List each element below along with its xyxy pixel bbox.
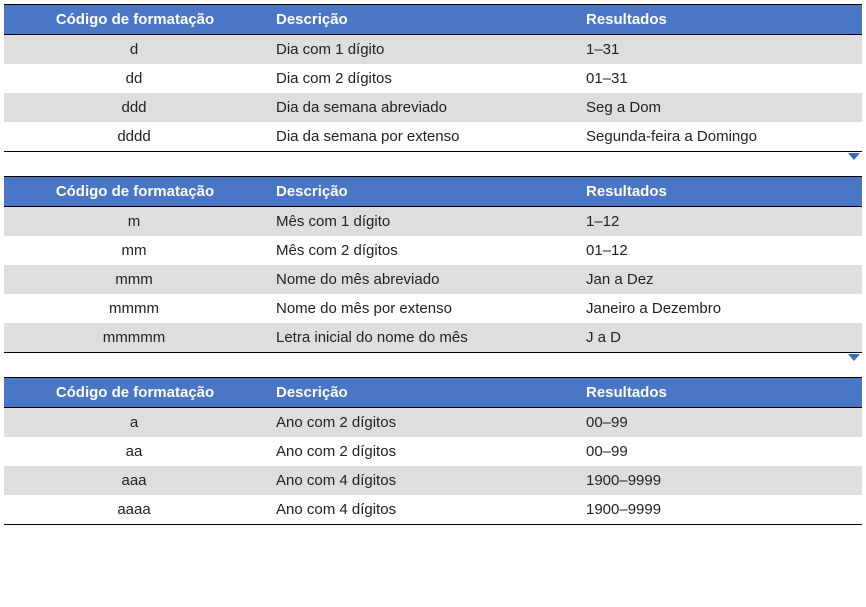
cell-code: aa bbox=[4, 437, 264, 466]
cell-desc: Letra inicial do nome do mês bbox=[264, 323, 574, 353]
cell-result: J a D bbox=[574, 323, 862, 353]
cell-desc: Ano com 2 dígitos bbox=[264, 408, 574, 438]
cell-code: aaaa bbox=[4, 495, 264, 525]
cell-code: mmmm bbox=[4, 294, 264, 323]
cell-result: Janeiro a Dezembro bbox=[574, 294, 862, 323]
cell-result: 1900–9999 bbox=[574, 495, 862, 525]
table-row: dddd Dia da semana por extenso Segunda-f… bbox=[4, 122, 862, 152]
table-row: mm Mês com 2 dígitos 01–12 bbox=[4, 236, 862, 265]
col-header-code: Código de formatação bbox=[4, 177, 264, 207]
cell-code: dddd bbox=[4, 122, 264, 152]
cell-desc: Dia da semana abreviado bbox=[264, 93, 574, 122]
col-header-result: Resultados bbox=[574, 177, 862, 207]
table: Código de formatação Descrição Resultado… bbox=[4, 176, 862, 353]
cell-result: 1–12 bbox=[574, 207, 862, 237]
cell-desc: Dia da semana por extenso bbox=[264, 122, 574, 152]
cell-code: dd bbox=[4, 64, 264, 93]
cell-desc: Dia com 2 dígitos bbox=[264, 64, 574, 93]
table-row: dd Dia com 2 dígitos 01–31 bbox=[4, 64, 862, 93]
paragraph-marker-icon bbox=[848, 354, 860, 361]
cell-result: 01–31 bbox=[574, 64, 862, 93]
table-row: ddd Dia da semana abreviado Seg a Dom bbox=[4, 93, 862, 122]
cell-desc: Ano com 2 dígitos bbox=[264, 437, 574, 466]
table-row: mmm Nome do mês abreviado Jan a Dez bbox=[4, 265, 862, 294]
cell-code: mmmmm bbox=[4, 323, 264, 353]
table-row: a Ano com 2 dígitos 00–99 bbox=[4, 408, 862, 438]
cell-result: 1–31 bbox=[574, 35, 862, 65]
col-header-desc: Descrição bbox=[264, 378, 574, 408]
col-header-code: Código de formatação bbox=[4, 5, 264, 35]
table-header-row: Código de formatação Descrição Resultado… bbox=[4, 378, 862, 408]
col-header-result: Resultados bbox=[574, 5, 862, 35]
cell-desc: Mês com 2 dígitos bbox=[264, 236, 574, 265]
table-row: aa Ano com 2 dígitos 00–99 bbox=[4, 437, 862, 466]
cell-code: a bbox=[4, 408, 264, 438]
table-row: aaa Ano com 4 dígitos 1900–9999 bbox=[4, 466, 862, 495]
table-header-row: Código de formatação Descrição Resultado… bbox=[4, 5, 862, 35]
cell-desc: Dia com 1 dígito bbox=[264, 35, 574, 65]
table-header-row: Código de formatação Descrição Resultado… bbox=[4, 177, 862, 207]
format-table-year: Código de formatação Descrição Resultado… bbox=[4, 377, 862, 525]
table-row: aaaa Ano com 4 dígitos 1900–9999 bbox=[4, 495, 862, 525]
table-row: m Mês com 1 dígito 1–12 bbox=[4, 207, 862, 237]
cell-desc: Ano com 4 dígitos bbox=[264, 466, 574, 495]
cell-desc: Nome do mês por extenso bbox=[264, 294, 574, 323]
cell-desc: Nome do mês abreviado bbox=[264, 265, 574, 294]
cell-code: m bbox=[4, 207, 264, 237]
format-table-day: Código de formatação Descrição Resultado… bbox=[4, 4, 862, 152]
cell-result: Jan a Dez bbox=[574, 265, 862, 294]
cell-code: d bbox=[4, 35, 264, 65]
table: Código de formatação Descrição Resultado… bbox=[4, 4, 862, 152]
cell-code: mm bbox=[4, 236, 264, 265]
cell-result: 1900–9999 bbox=[574, 466, 862, 495]
cell-code: mmm bbox=[4, 265, 264, 294]
table-row: mmmm Nome do mês por extenso Janeiro a D… bbox=[4, 294, 862, 323]
col-header-desc: Descrição bbox=[264, 5, 574, 35]
cell-result: 00–99 bbox=[574, 408, 862, 438]
col-header-desc: Descrição bbox=[264, 177, 574, 207]
cell-result: Seg a Dom bbox=[574, 93, 862, 122]
paragraph-marker-icon bbox=[848, 153, 860, 160]
cell-desc: Ano com 4 dígitos bbox=[264, 495, 574, 525]
col-header-result: Resultados bbox=[574, 378, 862, 408]
cell-desc: Mês com 1 dígito bbox=[264, 207, 574, 237]
table: Código de formatação Descrição Resultado… bbox=[4, 377, 862, 525]
col-header-code: Código de formatação bbox=[4, 378, 264, 408]
table-row: mmmmm Letra inicial do nome do mês J a D bbox=[4, 323, 862, 353]
cell-result: Segunda-feira a Domingo bbox=[574, 122, 862, 152]
cell-code: aaa bbox=[4, 466, 264, 495]
table-row: d Dia com 1 dígito 1–31 bbox=[4, 35, 862, 65]
cell-code: ddd bbox=[4, 93, 264, 122]
format-table-month: Código de formatação Descrição Resultado… bbox=[4, 176, 862, 353]
cell-result: 00–99 bbox=[574, 437, 862, 466]
cell-result: 01–12 bbox=[574, 236, 862, 265]
